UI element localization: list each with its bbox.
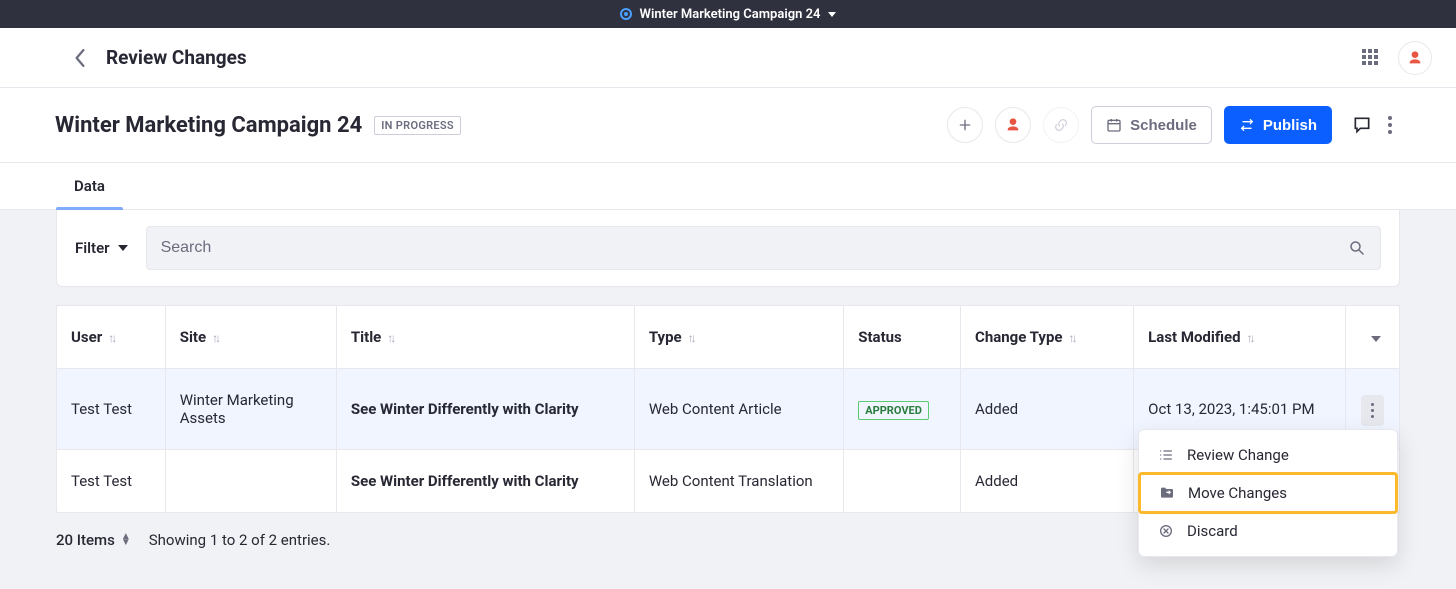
cell-change-type: Added (961, 450, 1134, 513)
user-avatar-button[interactable] (1398, 41, 1432, 75)
context-kebab-menu[interactable] (1384, 112, 1396, 138)
times-circle-icon (1157, 523, 1175, 539)
caret-down-icon (828, 12, 836, 17)
move-folder-icon (1158, 485, 1176, 501)
list-icon (1157, 447, 1175, 463)
apps-menu-button[interactable] (1362, 49, 1380, 67)
cell-status (844, 450, 961, 513)
search-input[interactable] (161, 239, 1348, 257)
menu-move-label: Move Changes (1188, 484, 1287, 502)
schedule-button[interactable]: Schedule (1091, 106, 1212, 144)
caret-down-icon (1371, 336, 1381, 342)
col-site[interactable]: Site↑↓ (165, 306, 336, 369)
row-actions-button[interactable] (1361, 395, 1384, 426)
menu-review-label: Review Change (1187, 446, 1289, 464)
publication-name: Winter Marketing Campaign 24 (55, 113, 362, 138)
filter-label: Filter (75, 239, 110, 257)
product-menu-bar: Winter Marketing Campaign 24 (0, 0, 1456, 28)
calendar-icon (1106, 117, 1122, 133)
cell-user: Test Test (57, 369, 166, 450)
link-button[interactable] (1043, 107, 1079, 143)
status-badge: APPROVED (858, 401, 929, 420)
search-field-wrap (146, 226, 1381, 270)
cell-site (165, 450, 336, 513)
cell-user: Test Test (57, 450, 166, 513)
col-change-type[interactable]: Change Type↑↓ (961, 306, 1134, 369)
caret-double-icon: ▲▼ (121, 534, 131, 546)
radio-icon (620, 8, 632, 20)
page-title: Review Changes (106, 46, 247, 69)
publish-label: Publish (1263, 117, 1317, 134)
plus-icon (957, 117, 973, 133)
cell-title: See Winter Differently with Clarity (336, 369, 634, 450)
comments-icon (1352, 115, 1372, 135)
change-list-icon (1239, 117, 1255, 133)
cell-change-type: Added (961, 369, 1134, 450)
col-user[interactable]: User↑↓ (57, 306, 166, 369)
menu-review-change[interactable]: Review Change (1139, 436, 1397, 474)
filter-dropdown[interactable]: Filter (75, 239, 128, 257)
add-button[interactable] (947, 107, 983, 143)
user-icon (1407, 50, 1423, 66)
row-actions-menu: Review Change Move Changes Discard (1138, 429, 1398, 557)
publication-switcher[interactable]: Winter Marketing Campaign 24 (620, 7, 837, 22)
col-type[interactable]: Type↑↓ (634, 306, 843, 369)
filter-panel: Filter (56, 210, 1400, 287)
cell-site: Winter Marketing Assets (165, 369, 336, 450)
tab-data-label: Data (74, 177, 105, 195)
sort-icon: ↑↓ (688, 331, 694, 345)
menu-move-changes[interactable]: Move Changes (1140, 474, 1396, 512)
showing-entries: Showing 1 to 2 of 2 entries. (149, 531, 331, 549)
menu-discard-label: Discard (1187, 522, 1238, 540)
tabs: Data (0, 163, 1456, 210)
col-actions[interactable] (1345, 306, 1399, 369)
search-icon (1348, 239, 1366, 257)
sort-icon: ↑↓ (1247, 331, 1253, 345)
col-title[interactable]: Title↑↓ (336, 306, 634, 369)
tab-data[interactable]: Data (72, 163, 107, 209)
sort-icon: ↑↓ (1068, 331, 1074, 345)
breadcrumb: Review Changes (0, 28, 1456, 88)
cell-status: APPROVED (844, 369, 961, 450)
sort-icon: ↑↓ (387, 331, 393, 345)
angle-left-icon (74, 49, 86, 67)
cell-title: See Winter Differently with Clarity (336, 450, 634, 513)
items-count-label: 20 Items (56, 531, 115, 549)
back-button[interactable] (74, 49, 86, 67)
search-icon-button[interactable] (1348, 239, 1366, 257)
table-header-row: User↑↓ Site↑↓ Title↑↓ Type↑↓ Status Chan… (57, 306, 1400, 369)
col-status[interactable]: Status (844, 306, 961, 369)
page-size-selector[interactable]: 20 Items ▲▼ (56, 531, 131, 549)
invite-user-button[interactable] (995, 107, 1031, 143)
sort-icon: ↑↓ (212, 331, 218, 345)
publish-button[interactable]: Publish (1224, 106, 1332, 144)
comments-button[interactable] (1352, 115, 1372, 135)
context-header: Winter Marketing Campaign 24 IN PROGRESS… (0, 88, 1456, 163)
sort-icon: ↑↓ (108, 331, 114, 345)
cell-type: Web Content Translation (634, 450, 843, 513)
user-icon (1005, 117, 1021, 133)
cell-type: Web Content Article (634, 369, 843, 450)
link-icon (1053, 117, 1069, 133)
col-last-modified[interactable]: Last Modified↑↓ (1134, 306, 1345, 369)
caret-down-icon (118, 245, 128, 251)
status-badge: IN PROGRESS (374, 116, 461, 135)
schedule-label: Schedule (1130, 117, 1197, 134)
menu-discard[interactable]: Discard (1139, 512, 1397, 550)
publication-title: Winter Marketing Campaign 24 (640, 7, 821, 22)
